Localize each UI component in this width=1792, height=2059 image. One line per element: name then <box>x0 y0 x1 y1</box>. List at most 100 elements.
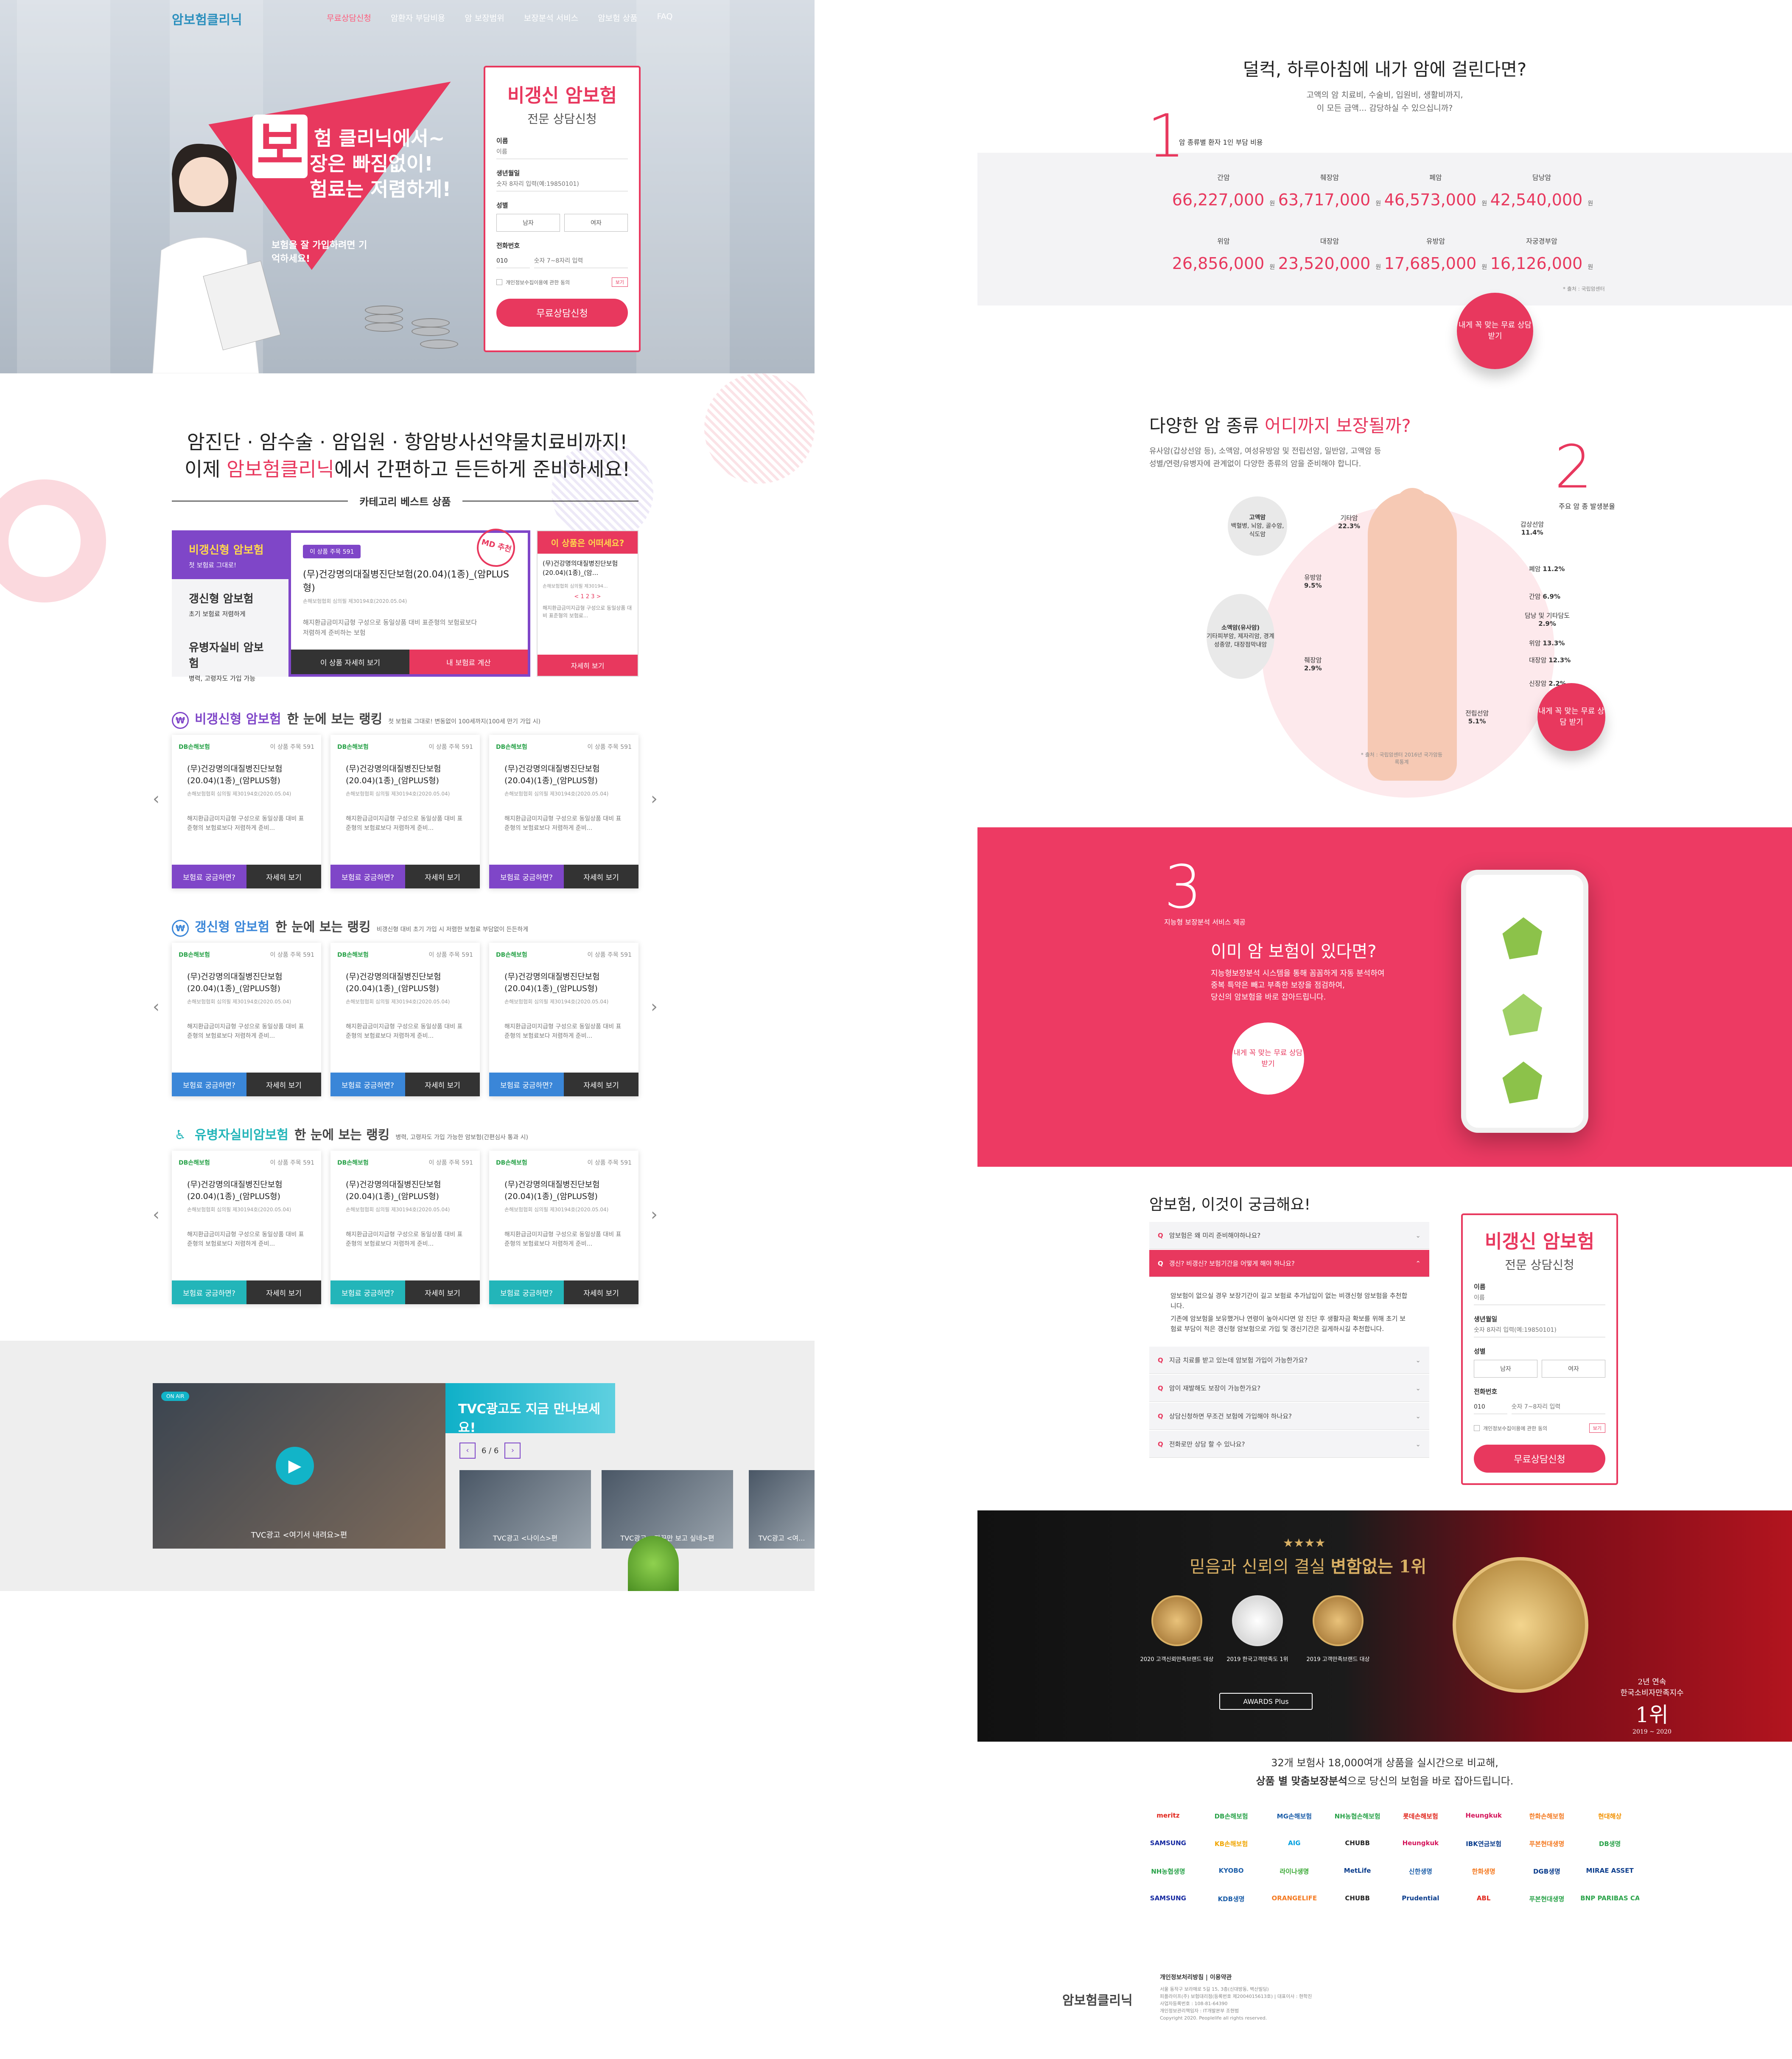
premium-button[interactable]: 보험료 궁금하면? <box>330 1073 405 1096</box>
phone-label: 전화번호 <box>1474 1388 1498 1395</box>
ranking-section: ₩ 비갱신형 암보험 한 눈에 보는 랭킹 첫 보험료 그대로! 변동없이 10… <box>153 709 658 888</box>
detail-button[interactable]: 자세히 보기 <box>564 865 638 888</box>
female-button[interactable]: 여자 <box>564 214 628 232</box>
tvc-thumbnail[interactable]: TVC광고 <자꾸만 보고 싶네>편 <box>602 1470 733 1549</box>
md-stamp: MD 추천 <box>472 524 520 571</box>
consult-cta-button[interactable]: 내게 꼭 맞는 무료 상담 받기 <box>1457 293 1533 369</box>
insurer-logo: 신한생명 <box>1408 1868 1432 1875</box>
category-tab[interactable]: 비갱신형 암보험 첫 보험료 그대로! <box>172 530 288 579</box>
detail-button[interactable]: 자세히 보기 <box>405 865 480 888</box>
faq-item[interactable]: Q 갱신? 비갱신? 보험기간을 어떻게 해야 하나요? ⌃ <box>1149 1250 1429 1277</box>
nav-item[interactable]: 암 보장범위 <box>465 12 504 23</box>
insurer-logo: CHUBB <box>1345 1894 1370 1902</box>
prev-arrow-icon[interactable]: ‹ <box>153 997 160 1017</box>
phone-input[interactable] <box>534 254 628 268</box>
product-card: DB손해보험 이 상품 주목 591 (무)건강명의대질병진단보험(20.04)(… <box>489 735 638 888</box>
submit-button[interactable]: 무료상담신청 <box>496 299 628 327</box>
faq-item[interactable]: Q 지금 치료를 받고 있는데 암보험 가입이 가능한가요? ⌄ <box>1149 1347 1429 1374</box>
tvc-thumbnail[interactable]: TVC광고 <나이스>편 <box>459 1470 591 1549</box>
premium-button[interactable]: 보험료 궁금하면? <box>330 865 405 888</box>
faq-item[interactable]: Q 암보험은 왜 미리 준비해야하나요? ⌄ <box>1149 1222 1429 1249</box>
prev-arrow-icon[interactable]: ‹ <box>153 789 160 809</box>
agree-checkbox[interactable] <box>496 279 502 285</box>
faq-item[interactable]: Q 암이 재발해도 보장이 가능한가요? ⌄ <box>1149 1375 1429 1402</box>
logo[interactable]: 암보험클리닉 <box>172 9 242 28</box>
suggest-title: 이 상품은 어떠세요? <box>538 531 638 554</box>
next-arrow-icon[interactable]: › <box>651 997 658 1017</box>
nav-item[interactable]: FAQ <box>657 12 673 23</box>
section3-desc: 중복 특약은 빼고 부족한 보장을 점검하여, <box>1211 981 1345 990</box>
phone-input[interactable] <box>1511 1400 1605 1414</box>
footer-logo[interactable]: 암보험클리닉 <box>1062 1990 1133 2009</box>
partners-quote: 32개 보험사 18,000여개 상품을 실시간으로 비교해, 상품 별 맞춤보… <box>1256 1757 1514 1787</box>
tvc-thumbnail[interactable]: TVC광고 <여... <box>749 1470 815 1549</box>
detail-button[interactable]: 자세히 보기 <box>405 1073 480 1096</box>
intro-line1: 암진단 · 암수술 · 암입원 · 항암방사선약물치료비까지! <box>187 431 628 454</box>
organ-label: 대장암 12.3% <box>1529 656 1571 664</box>
category-tab[interactable]: 유병자실비 암보험 병력, 고령자도 가입 가능 <box>172 628 288 682</box>
premium-button[interactable]: 보험료 궁금하면? <box>330 1280 405 1304</box>
premium-button[interactable]: 보험료 궁금하면? <box>489 1280 564 1304</box>
nav-item[interactable]: 암보험 상품 <box>598 12 637 23</box>
suggest-name: (무)건강명의대질병진단보험(20.04)(1종)_(암... <box>543 560 618 577</box>
faq-item[interactable]: Q 상담신청하면 무조건 보험에 가입해야 하나요? ⌄ <box>1149 1403 1429 1430</box>
phone-prefix-select[interactable]: 010 <box>496 254 530 268</box>
male-button[interactable]: 남자 <box>496 214 560 232</box>
insurer-logo: 현대해상 <box>1598 1812 1622 1820</box>
awards-section: ★★★★ 믿음과 신뢰의 결실 변함없는 1위 2020 고객신뢰만족브랜드 대… <box>977 1510 1792 1742</box>
gender-label: 성별 <box>496 202 508 209</box>
nav-item[interactable]: 암환자 부담비용 <box>391 12 445 23</box>
next-arrow-icon[interactable]: › <box>651 1205 658 1224</box>
section1-sub: 이 모든 금액... 감당하실 수 있으십니까? <box>1316 104 1453 113</box>
footer-links[interactable]: 개인정보처리방침 | 이용약관 <box>1160 1973 1232 1981</box>
faq-item[interactable]: Q 전화로만 상담 할 수 있나요? ⌄ <box>1149 1431 1429 1458</box>
premium-button[interactable]: 보험료 궁금하면? <box>489 1073 564 1096</box>
agree-see-button[interactable]: 보기 <box>1589 1423 1605 1433</box>
chevron-left-icon[interactable]: ‹ <box>459 1443 476 1459</box>
birth-input[interactable] <box>496 177 628 191</box>
ranking-sub: 첫 보험료 그대로! 변동없이 100세까지(100세 만기 가입 시) <box>388 718 540 725</box>
nav-item[interactable]: 보장분석 서비스 <box>524 12 578 23</box>
premium-button[interactable]: 보험료 궁금하면? <box>489 865 564 888</box>
agree-see-button[interactable]: 보기 <box>611 277 628 287</box>
detail-button[interactable]: 자세히 보기 <box>564 1280 638 1304</box>
nav-item[interactable]: 무료상담신청 <box>327 12 371 23</box>
category-tab[interactable]: 갱신형 암보험 초기 보험료 저렴하게 <box>172 579 288 628</box>
detail-button[interactable]: 자세히 보기 <box>246 1073 321 1096</box>
suggest-detail-button[interactable]: 자세히 보기 <box>538 655 638 676</box>
phone-prefix-select[interactable]: 010 <box>1474 1400 1507 1414</box>
product-detail-button[interactable]: 이 상품 자세히 보기 <box>291 650 409 674</box>
ranking-tag: 한 눈에 보는 랭킹 <box>294 1128 390 1143</box>
section1-title: 덜컥, 하루아침에 내가 암에 걸린다면? <box>1243 59 1527 80</box>
birth-input[interactable] <box>1474 1323 1605 1337</box>
tvc-main-video[interactable]: ON AIR ▶ TVC광고 <여기서 내려요>편 <box>153 1383 445 1549</box>
awards-plus-button[interactable]: AWARDS Plus <box>1219 1693 1313 1710</box>
consult-cta-button[interactable]: 내게 꼭 맞는 무료 상담 받기 <box>1232 1022 1304 1095</box>
agree-checkbox[interactable] <box>1474 1425 1480 1431</box>
tvc-page: 6 / 6 <box>482 1446 499 1455</box>
premium-button[interactable]: 보험료 궁금하면? <box>172 1073 246 1096</box>
premium-button[interactable]: 보험료 궁금하면? <box>172 1280 246 1304</box>
award-medal <box>1313 1595 1364 1646</box>
minor-cancer-bubble: 소액암(유사암) 기타피부암, 제자리암, 경계성종양, 대장점막내암 <box>1207 594 1274 679</box>
play-icon[interactable]: ▶ <box>276 1447 314 1485</box>
insurer-logo: SAMSUNG <box>1150 1894 1186 1902</box>
detail-button[interactable]: 자세히 보기 <box>246 865 321 888</box>
chevron-right-icon[interactable]: › <box>504 1443 521 1459</box>
name-input[interactable] <box>1474 1291 1605 1305</box>
product-card: DB손해보험 이 상품 주목 591 (무)건강명의대질병진단보험(20.04)(… <box>172 735 321 888</box>
submit-button[interactable]: 무료상담신청 <box>1474 1445 1605 1473</box>
detail-button[interactable]: 자세히 보기 <box>246 1280 321 1304</box>
consult-cta-button[interactable]: 내게 꼭 맞는 무료 상담 받기 <box>1537 683 1605 751</box>
prev-arrow-icon[interactable]: ‹ <box>153 1205 160 1224</box>
suggest-pager[interactable]: < 1 2 3 > <box>538 594 638 600</box>
detail-button[interactable]: 자세히 보기 <box>405 1280 480 1304</box>
name-input[interactable] <box>496 145 628 159</box>
detail-button[interactable]: 자세히 보기 <box>564 1073 638 1096</box>
featured-product: 이 상품 주목 591 MD 추천 (무)건강명의대질병진단보험(20.04)(… <box>288 524 530 677</box>
next-arrow-icon[interactable]: › <box>651 789 658 809</box>
calc-premium-button[interactable]: 내 보험료 계산 <box>409 650 528 674</box>
premium-button[interactable]: 보험료 궁금하면? <box>172 865 246 888</box>
female-button[interactable]: 여자 <box>1542 1360 1605 1378</box>
male-button[interactable]: 남자 <box>1474 1360 1537 1378</box>
